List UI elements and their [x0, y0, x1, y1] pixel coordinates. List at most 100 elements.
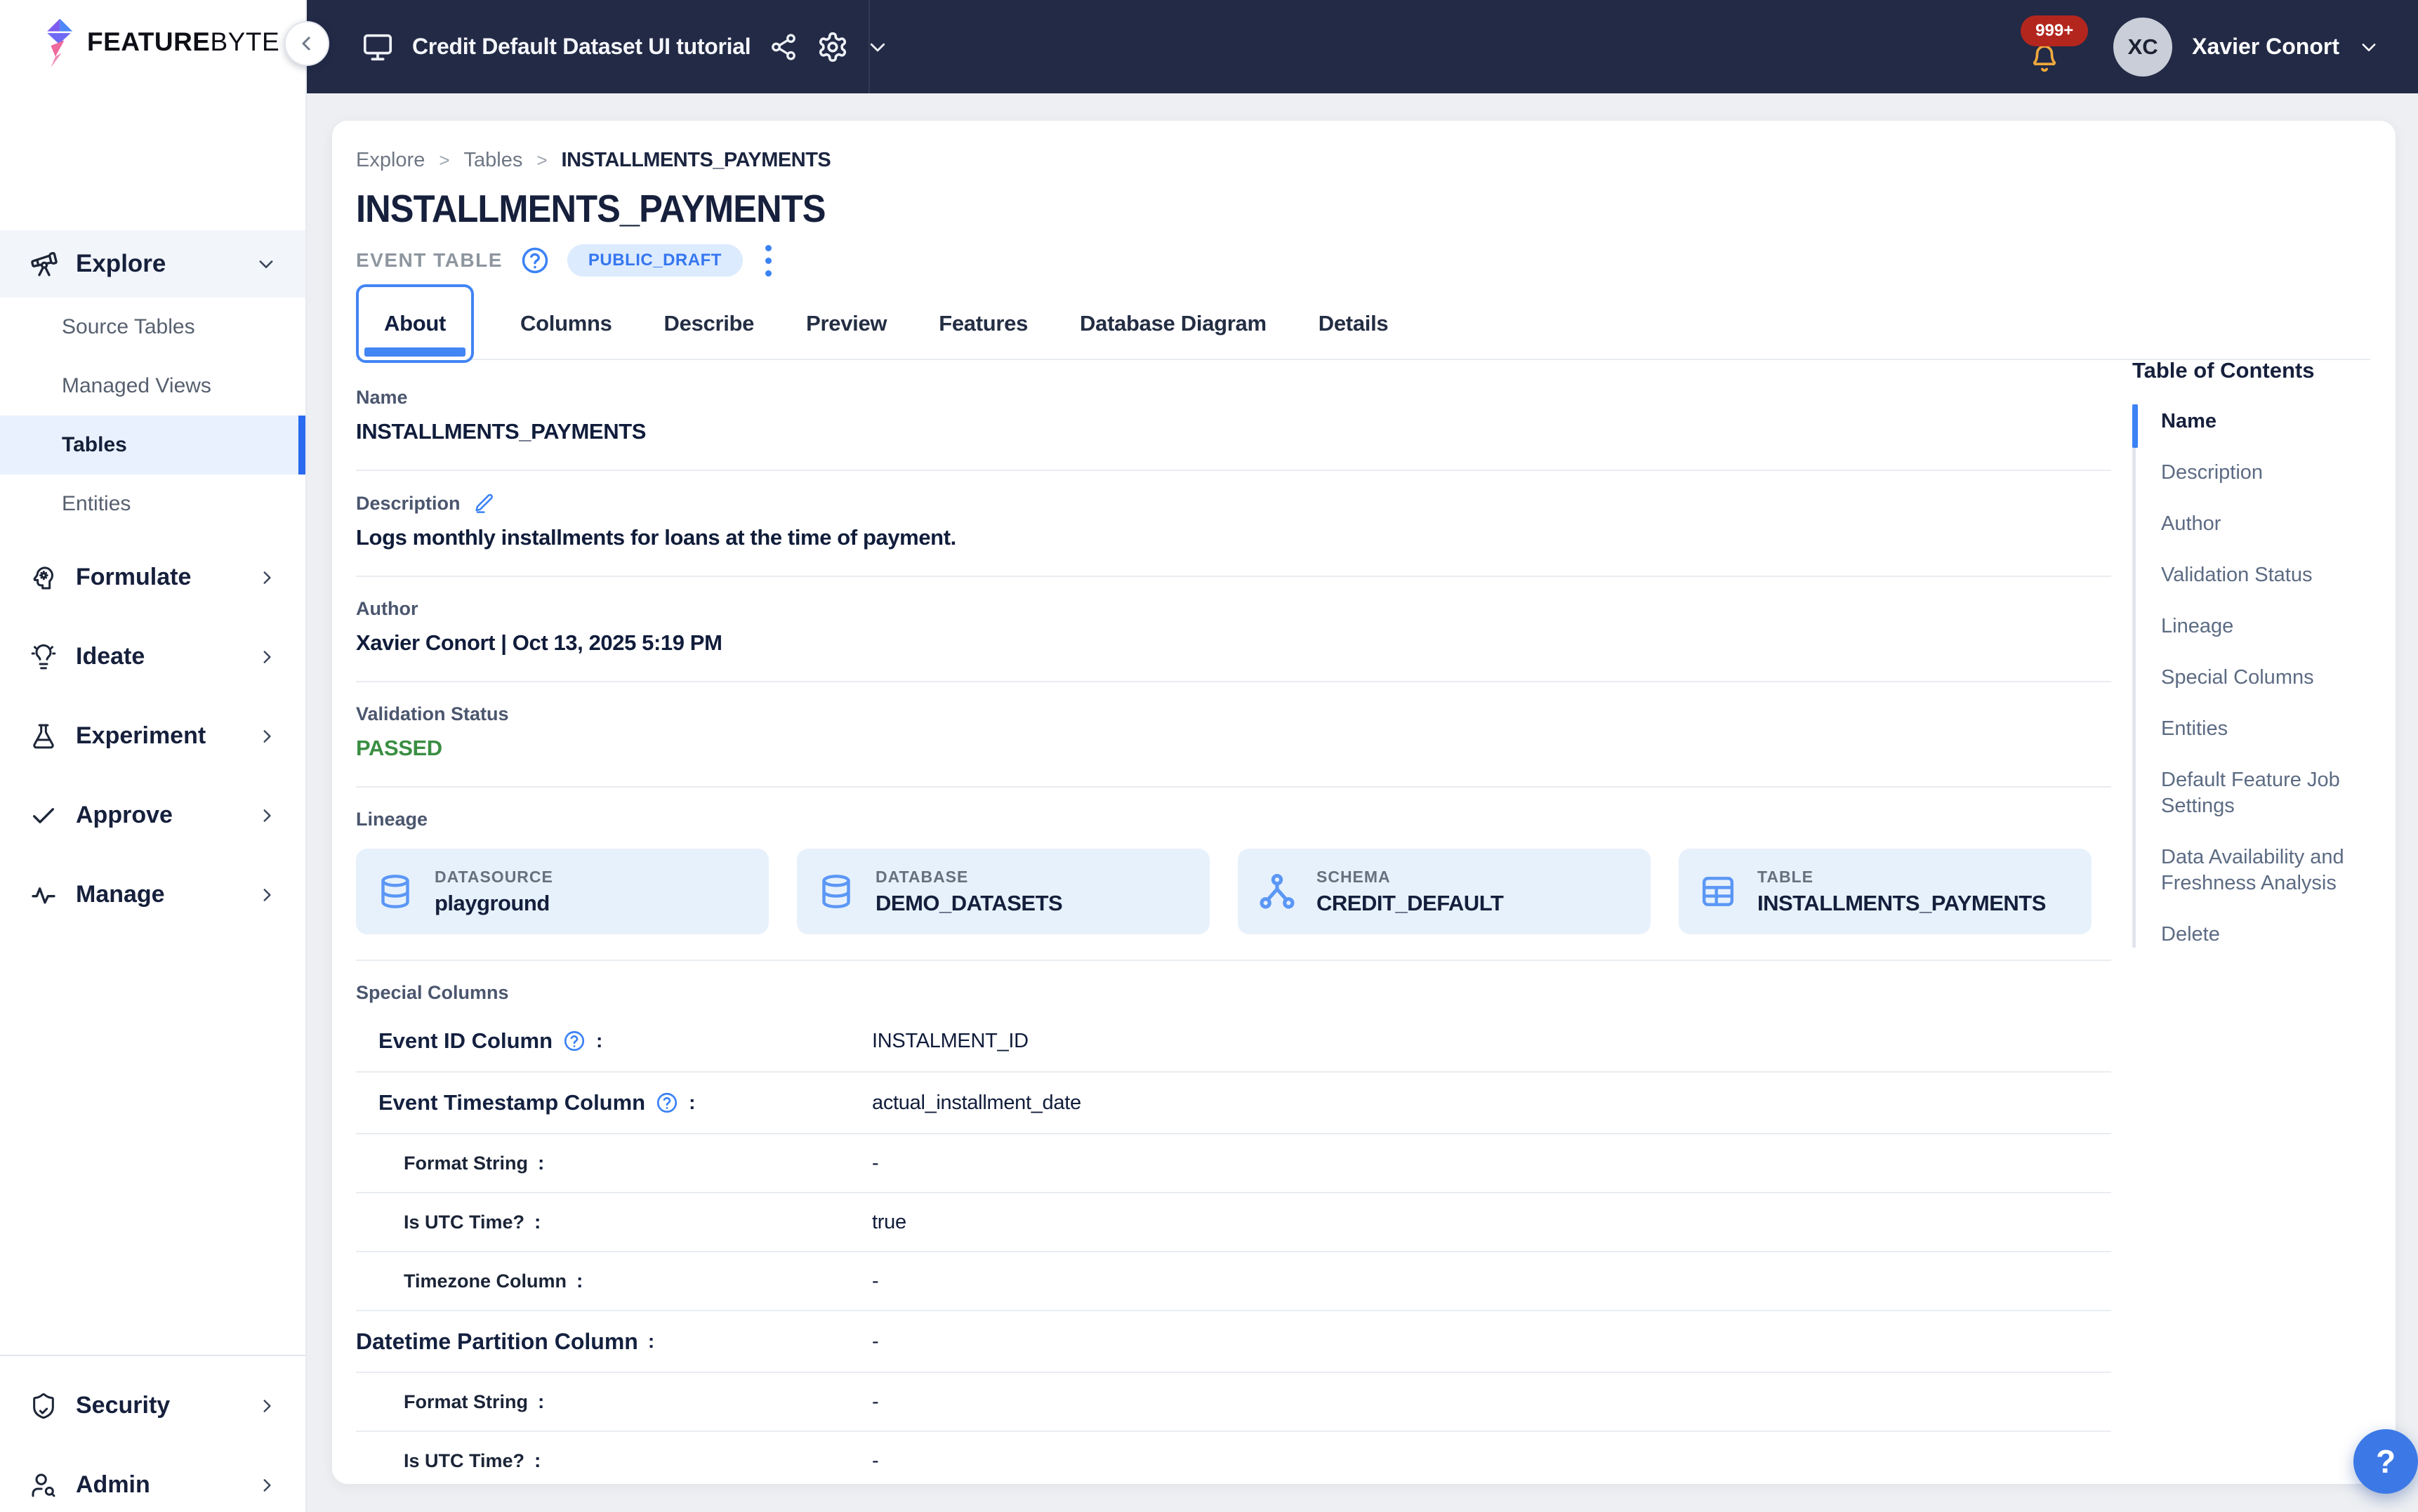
chevron-right-icon [258, 727, 276, 745]
avatar[interactable]: XC [2113, 17, 2173, 77]
chevron-down-icon[interactable] [867, 37, 888, 58]
table-type-label: EVENT TABLE [356, 249, 503, 271]
row-colon: : [534, 1450, 541, 1471]
help-circle-icon[interactable] [562, 1029, 586, 1053]
toc-item-entities[interactable]: Entities [2161, 716, 2392, 742]
explore-submenu: Source Tables Managed Views Tables Entit… [0, 298, 305, 533]
chevron-right-icon [258, 807, 276, 825]
head-gear-icon [29, 564, 58, 592]
lineage-card-schema: SCHEMA CREDIT_DEFAULT [1238, 849, 1651, 934]
section-label: Name [356, 387, 408, 408]
sidebar-item-security[interactable]: Security [0, 1366, 305, 1445]
toc-item-name[interactable]: Name [2132, 404, 2392, 448]
section-description: Description Logs monthly installments fo… [356, 471, 2111, 577]
tab-describe[interactable]: Describe [659, 311, 760, 336]
tab-features[interactable]: Features [933, 311, 1033, 336]
sidebar-item-explore[interactable]: Explore [0, 230, 305, 298]
chevron-right-icon [258, 569, 276, 587]
sidebar-item-label: Approve [76, 802, 173, 828]
sidebar: FEATUREBYTE Explore Source Tables Manage… [0, 0, 307, 1512]
section-label: Description [356, 492, 461, 514]
section-name: Name INSTALLMENTS_PAYMENTS [356, 366, 2111, 471]
tab-about[interactable]: About [356, 284, 475, 363]
activity-icon [29, 881, 58, 909]
sidebar-item-approve[interactable]: Approve [0, 776, 305, 855]
lineage-cards: DATASOURCE playground DATABASE DEMO_DATA… [356, 849, 2111, 934]
sidebar-item-source-tables[interactable]: Source Tables [0, 298, 305, 357]
sidebar-item-experiment[interactable]: Experiment [0, 696, 305, 776]
special-column-subrow: Is UTC Time? : - [356, 1432, 2111, 1491]
breadcrumb-current: INSTALLMENTS_PAYMENTS [561, 149, 831, 171]
tab-database-diagram[interactable]: Database Diagram [1074, 311, 1272, 336]
lightbulb-icon [29, 643, 58, 671]
project-switcher[interactable]: Credit Default Dataset UI tutorial [362, 31, 888, 63]
sidebar-item-admin[interactable]: Admin [0, 1445, 305, 1512]
kebab-menu-icon[interactable] [760, 242, 777, 279]
toc-item-delete[interactable]: Delete [2161, 922, 2392, 948]
sidebar-item-tables[interactable]: Tables [0, 416, 305, 475]
special-column-subrow: Format String : - [356, 1134, 2111, 1193]
tab-preview[interactable]: Preview [800, 311, 892, 336]
row-value: INSTALMENT_ID [872, 1029, 1029, 1052]
sidebar-item-formulate[interactable]: Formulate [0, 538, 305, 617]
sidebar-item-label: Manage [76, 881, 165, 908]
breadcrumb-tables[interactable]: Tables [464, 149, 523, 172]
sidebar-item-label: Explore [76, 250, 166, 277]
section-label: Special Columns [356, 982, 509, 1003]
breadcrumb-separator: > [536, 150, 548, 171]
sidebar-item-label: Ideate [76, 643, 145, 670]
top-bar: Credit Default Dataset UI tutorial 999+ … [307, 0, 2418, 93]
sidebar-main-nav: Formulate Ideate Experiment Approve Mana… [0, 538, 305, 934]
toc-item-lineage[interactable]: Lineage [2161, 614, 2392, 639]
database-icon [817, 872, 856, 911]
user-name[interactable]: Xavier Conort [2192, 34, 2339, 60]
notifications-button[interactable]: 999+ [2021, 0, 2094, 93]
help-circle-icon[interactable] [655, 1091, 679, 1115]
sidebar-item-manage[interactable]: Manage [0, 855, 305, 934]
row-colon: : [689, 1092, 696, 1113]
toc-item-data-availability[interactable]: Data Availability and Freshness Analysis [2161, 844, 2392, 896]
pencil-icon[interactable] [473, 492, 496, 515]
toc-item-default-feature-job-settings[interactable]: Default Feature Job Settings [2161, 767, 2392, 819]
sidebar-collapse-button[interactable] [284, 21, 329, 66]
toc-item-validation-status[interactable]: Validation Status [2161, 562, 2392, 588]
help-fab-button[interactable]: ? [2353, 1429, 2418, 1494]
row-label: Format String [404, 1152, 529, 1174]
tab-columns[interactable]: Columns [515, 311, 618, 336]
chevron-right-icon [258, 1397, 276, 1415]
toc-item-author[interactable]: Author [2161, 511, 2392, 537]
bell-icon [2029, 42, 2060, 73]
sidebar-item-entities[interactable]: Entities [0, 475, 305, 533]
row-label: Is UTC Time? [404, 1450, 525, 1471]
toc-item-description[interactable]: Description [2161, 460, 2392, 486]
row-colon: : [534, 1211, 541, 1233]
tab-details[interactable]: Details [1313, 311, 1394, 336]
brand-secondary: BYTE [210, 27, 280, 56]
sidebar-item-ideate[interactable]: Ideate [0, 617, 305, 696]
project-title: Credit Default Dataset UI tutorial [412, 34, 751, 59]
help-circle-icon[interactable] [520, 245, 550, 276]
user-menu-chevron-down-icon[interactable] [2359, 37, 2379, 57]
toc-item-special-columns[interactable]: Special Columns [2161, 665, 2392, 691]
schema-icon [1257, 872, 1297, 911]
row-label: Is UTC Time? [404, 1211, 525, 1233]
sidebar-item-managed-views[interactable]: Managed Views [0, 357, 305, 416]
section-special-columns: Special Columns Event ID Column : INSTAL… [356, 961, 2111, 1491]
sidebar-item-label: Admin [76, 1471, 150, 1498]
flask-icon [29, 722, 58, 750]
section-label: Lineage [356, 809, 428, 830]
lineage-type: TABLE [1757, 867, 1814, 886]
featurebyte-logo[interactable]: FEATUREBYTE [41, 17, 279, 67]
sidebar-divider [0, 1355, 305, 1356]
share-icon[interactable] [769, 32, 798, 62]
gear-icon[interactable] [817, 31, 849, 63]
sidebar-item-label: Formulate [76, 564, 192, 590]
breadcrumb-explore[interactable]: Explore [356, 149, 425, 172]
validation-status-value: PASSED [356, 736, 442, 760]
special-column-row: Datetime Partition Column : - [356, 1311, 2111, 1373]
sidebar-item-label: Security [76, 1392, 171, 1419]
notification-count-badge: 999+ [2021, 15, 2089, 46]
row-label: Event ID Column [378, 1028, 553, 1053]
lineage-card-datasource: DATASOURCE playground [356, 849, 769, 934]
chevron-right-icon [258, 1476, 276, 1494]
